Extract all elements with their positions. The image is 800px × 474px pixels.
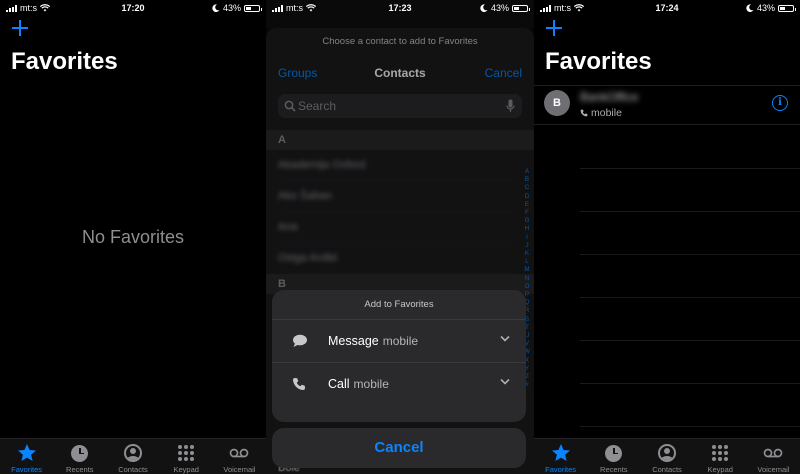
- call-option-label: Call mobile: [328, 377, 389, 391]
- tab-label: Keypad: [173, 465, 199, 474]
- battery-percent: 43%: [222, 3, 241, 13]
- divider: [580, 211, 800, 212]
- favorites-empty-screen: mt:s 17:20 43% Favorites No Favorites Fa…: [0, 0, 266, 474]
- tab-label: Contacts: [118, 465, 148, 474]
- keypad-icon: [178, 445, 195, 461]
- clock-icon: [71, 444, 89, 462]
- tab-voicemail[interactable]: Voicemail: [747, 439, 800, 474]
- divider: [580, 254, 800, 255]
- divider: [580, 297, 800, 298]
- tab-label: Recents: [600, 465, 628, 474]
- divider: [580, 168, 800, 169]
- status-bar: mt:s 17:20 43%: [0, 0, 266, 16]
- option-label: Message: [328, 334, 379, 348]
- action-sheet-title: Add to Favorites: [272, 290, 526, 320]
- battery-percent: 43%: [756, 3, 775, 13]
- favorite-type: mobile: [580, 107, 622, 119]
- favorite-row[interactable]: B BankOffice mobile i: [534, 85, 800, 125]
- favorite-name: BankOffice: [580, 90, 639, 104]
- star-icon: [551, 444, 570, 461]
- option-label: Call: [328, 377, 350, 391]
- tab-label: Voicemail: [223, 465, 256, 474]
- phone-icon: [293, 378, 305, 390]
- favorites-list-screen: mt:s 17:24 43% Favorites B BankOffice mo…: [534, 0, 800, 474]
- keypad-icon: [712, 445, 729, 461]
- message-bubble-icon: [293, 334, 307, 347]
- tab-label: Favorites: [545, 465, 577, 474]
- battery-percent: 43%: [490, 3, 509, 13]
- tab-recents[interactable]: Recents: [587, 439, 640, 474]
- add-favorite-plus-icon[interactable]: [10, 18, 30, 38]
- info-icon[interactable]: i: [772, 95, 788, 111]
- moon-icon: [480, 4, 488, 12]
- phone-icon: [580, 109, 588, 117]
- tab-keypad[interactable]: Keypad: [694, 439, 747, 474]
- cancel-button[interactable]: Cancel: [272, 428, 526, 468]
- call-option[interactable]: Call mobile: [272, 363, 526, 406]
- tab-bar: Favorites Recents Contacts Keypad Voicem…: [534, 438, 800, 474]
- tab-label: Favorites: [11, 465, 43, 474]
- battery-icon: [512, 4, 530, 12]
- clock-icon: [605, 444, 623, 462]
- tab-label: Contacts: [652, 465, 682, 474]
- tab-bar: Favorites Recents Contacts Keypad Voicem…: [0, 438, 266, 474]
- empty-state-text: No Favorites: [81, 227, 185, 247]
- tab-contacts[interactable]: Contacts: [106, 439, 159, 474]
- avatar: B: [544, 90, 570, 116]
- person-circle-icon: [124, 444, 142, 462]
- moon-icon: [212, 4, 220, 12]
- add-to-favorites-action-sheet: Add to Favorites Message mobile Call mobil…: [272, 290, 526, 422]
- message-option-label: Message mobile: [328, 334, 418, 348]
- add-favorite-plus-icon[interactable]: [544, 18, 564, 38]
- page-title: Favorites: [11, 48, 118, 75]
- status-bar: mt:s 17:23 43%: [266, 0, 534, 16]
- star-icon: [17, 444, 36, 461]
- voicemail-icon: [230, 448, 249, 458]
- tab-label: Keypad: [707, 465, 733, 474]
- chevron-down-icon: [500, 378, 510, 385]
- tab-label: Recents: [66, 465, 94, 474]
- moon-icon: [746, 4, 754, 12]
- tab-favorites[interactable]: Favorites: [0, 439, 53, 474]
- tab-contacts[interactable]: Contacts: [640, 439, 693, 474]
- tab-label: Voicemail: [757, 465, 790, 474]
- message-option[interactable]: Message mobile: [272, 320, 526, 363]
- option-detail: mobile: [382, 334, 419, 348]
- contact-picker-screen: mt:s 17:23 43% Choose a contact to add t…: [266, 0, 534, 474]
- person-circle-icon: [658, 444, 676, 462]
- divider: [580, 383, 800, 384]
- voicemail-icon: [764, 448, 783, 458]
- battery-icon: [778, 4, 796, 12]
- status-bar: mt:s 17:24 43%: [534, 0, 800, 16]
- tab-favorites[interactable]: Favorites: [534, 439, 587, 474]
- option-detail: mobile: [353, 377, 389, 391]
- tab-keypad[interactable]: Keypad: [160, 439, 213, 474]
- divider: [580, 340, 800, 341]
- battery-icon: [244, 4, 262, 12]
- page-title: Favorites: [545, 48, 652, 75]
- chevron-down-icon: [500, 335, 510, 342]
- tab-recents[interactable]: Recents: [53, 439, 106, 474]
- favorite-type-label: mobile: [591, 107, 622, 119]
- divider: [580, 426, 800, 427]
- tab-voicemail[interactable]: Voicemail: [213, 439, 266, 474]
